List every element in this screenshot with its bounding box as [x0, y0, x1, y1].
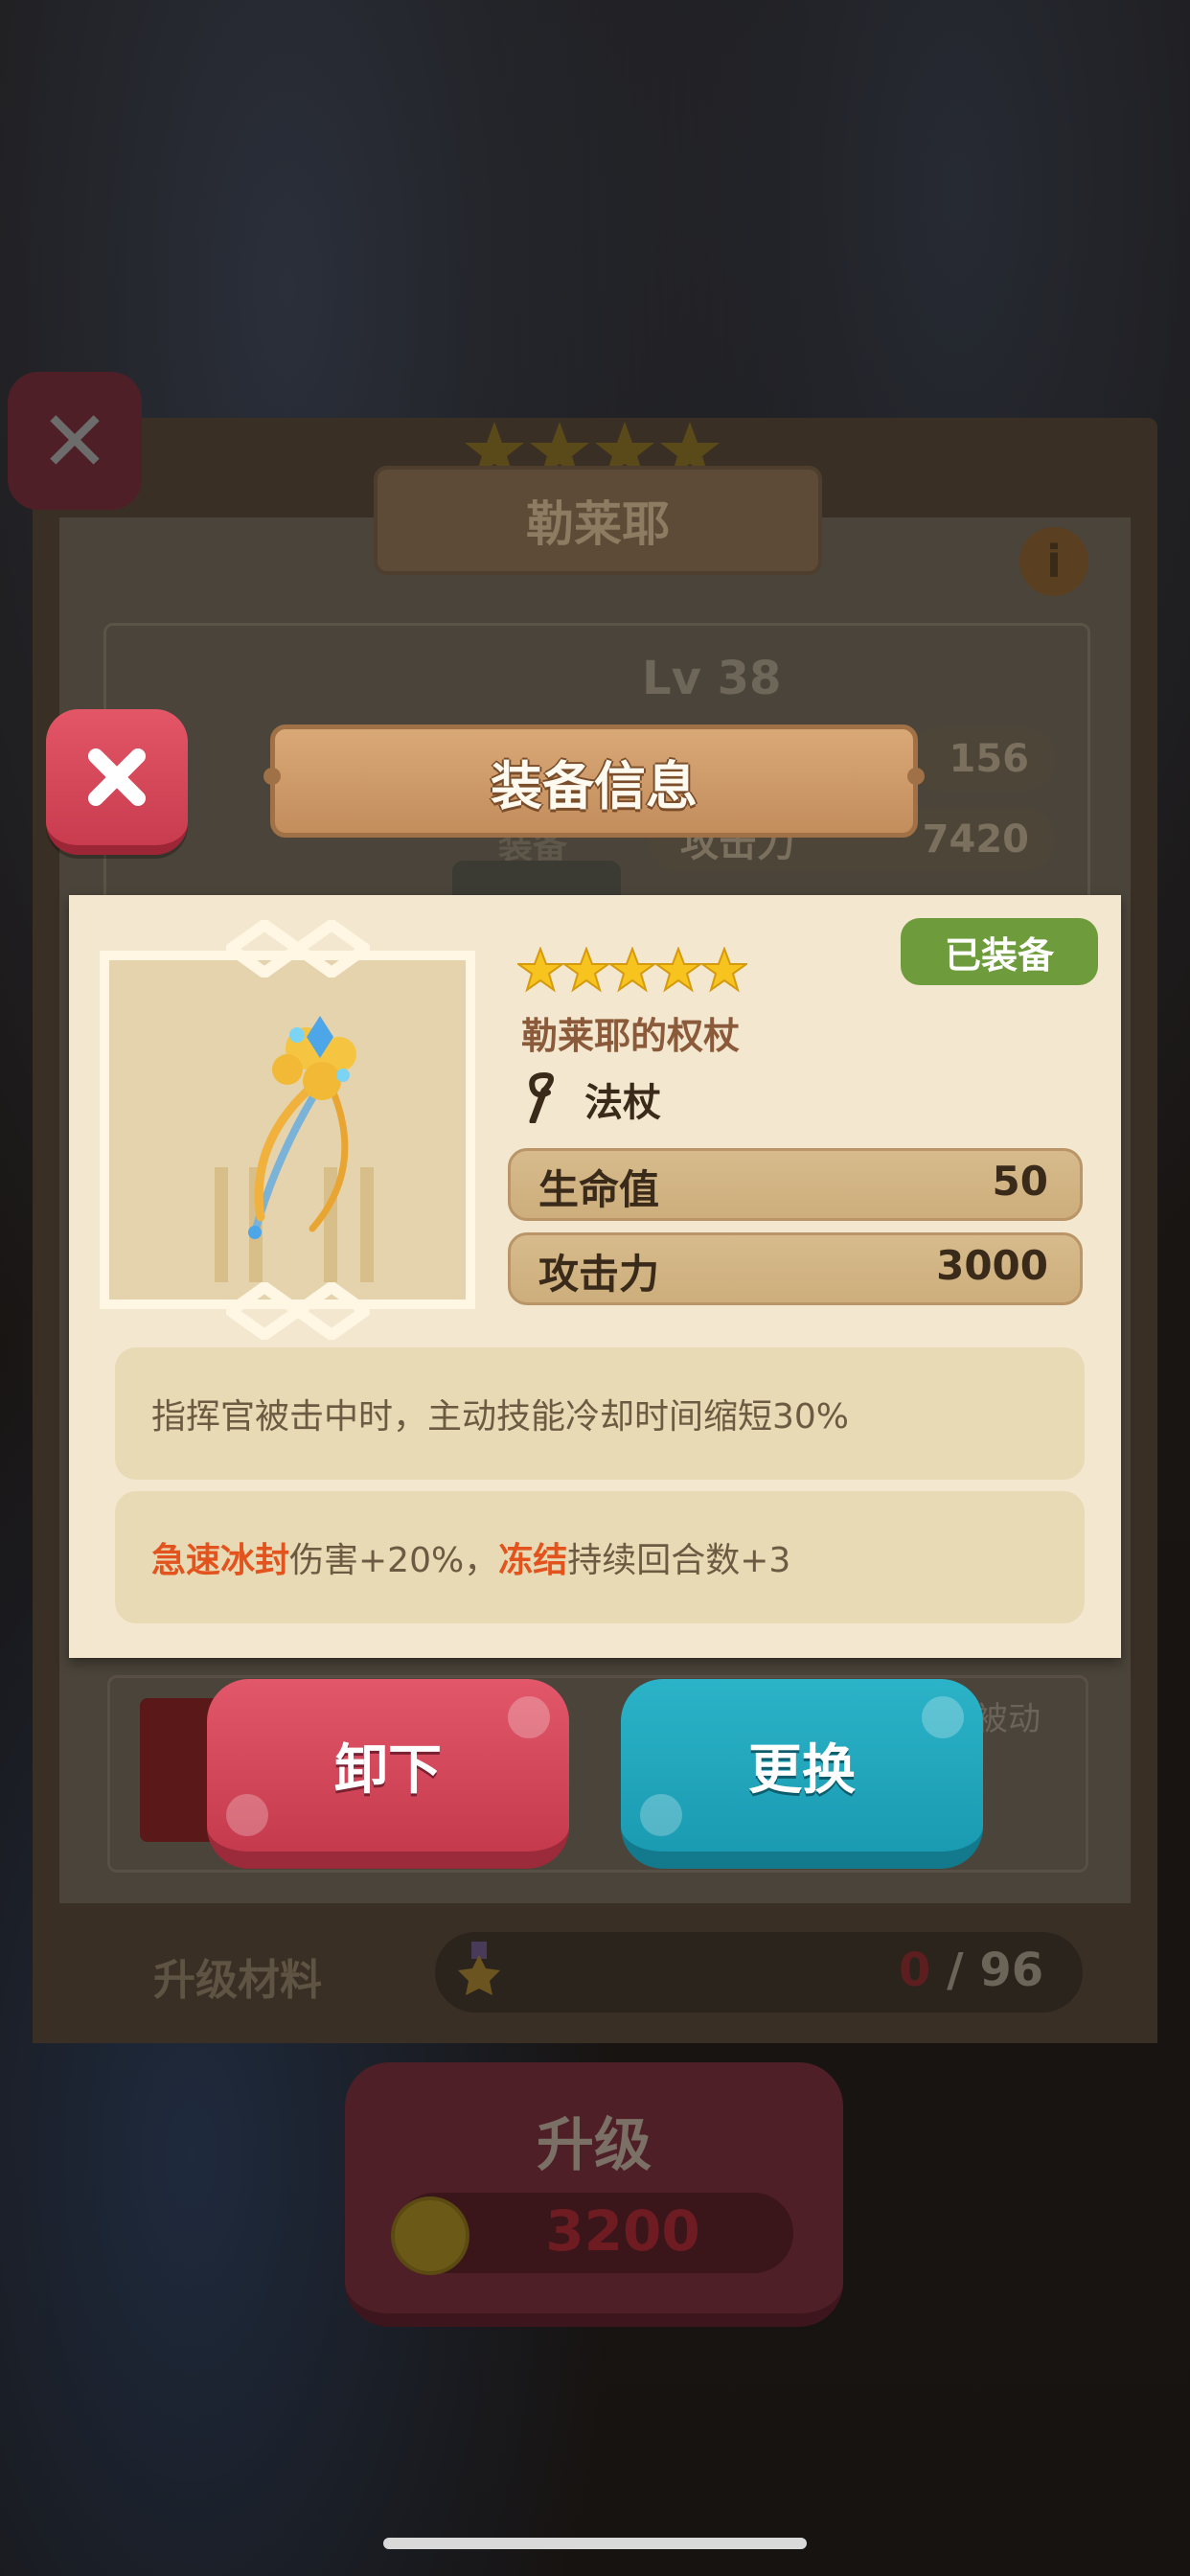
- item-skill-bonus-description: 急速冰封 伤害+20%， 冻结 持续回合数+3: [115, 1491, 1085, 1623]
- material-count: 0 / 96: [899, 1944, 1044, 1997]
- stat-value: 3000: [936, 1242, 1048, 1289]
- star-icon: [652, 947, 704, 993]
- equipped-badge: 已装备: [901, 918, 1098, 985]
- hero-close-button[interactable]: ✕: [8, 372, 142, 510]
- replace-label: 更换: [748, 1738, 856, 1802]
- item-effect-description: 指挥官被击中时，主动技能冷却时间缩短30%: [115, 1347, 1085, 1480]
- bonus-text: 伤害+20%，: [289, 1541, 499, 1580]
- frame-ornament-icon: [226, 920, 370, 978]
- effect-text: 指挥官被击中时，主动技能冷却时间缩短30%: [151, 1397, 850, 1437]
- status-name-highlight: 冻结: [498, 1541, 568, 1580]
- upgrade-cost: 3200: [545, 2198, 700, 2264]
- staff-type-icon: [529, 1071, 554, 1123]
- upgrade-label: 升级: [537, 2112, 652, 2179]
- item-type: 法杖: [584, 1081, 661, 1125]
- star-icon: [517, 947, 566, 993]
- modal-title: 装备信息: [491, 755, 698, 816]
- item-name: 勒莱耶的权杖: [521, 1015, 741, 1057]
- hero-passive-label: 被动: [975, 1700, 1041, 1738]
- item-star-rating: [517, 947, 747, 993]
- close-x-icon: [88, 748, 146, 806]
- skill-name-highlight: 急速冰封: [151, 1541, 290, 1580]
- modal-close-button[interactable]: [46, 709, 188, 855]
- bonus-text: 持续回合数+3: [567, 1541, 791, 1580]
- hero-name-banner: 勒莱耶: [374, 466, 822, 575]
- info-icon[interactable]: i: [1019, 527, 1088, 596]
- scepter-icon: [248, 1016, 356, 1239]
- hero-level: Lv 38: [642, 652, 782, 705]
- star-icon: [561, 947, 612, 993]
- medal-icon: [458, 1942, 500, 1995]
- stat-label: 生命值: [538, 1166, 660, 1213]
- star-icon: [698, 947, 747, 993]
- replace-button[interactable]: 更换: [621, 1679, 983, 1869]
- home-indicator[interactable]: [383, 2538, 807, 2549]
- frame-ornament-icon: [226, 1282, 370, 1340]
- star-icon: [606, 947, 658, 993]
- unequip-label: 卸下: [334, 1738, 442, 1802]
- stat-value: 50: [992, 1158, 1048, 1205]
- unequip-button[interactable]: 卸下: [207, 1679, 569, 1869]
- material-label: 升级材料: [153, 1956, 322, 2005]
- modal-title-banner: 装备信息: [263, 724, 925, 838]
- stat-label: 攻击力: [538, 1251, 660, 1298]
- hero-stat-small: 156: [910, 726, 1056, 792]
